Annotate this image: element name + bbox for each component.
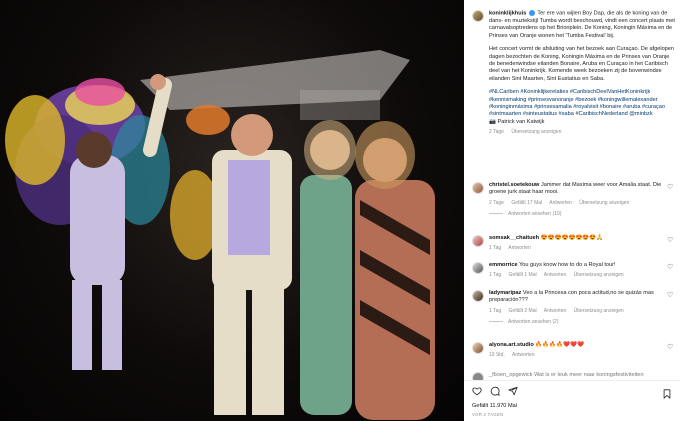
comment-reply-button[interactable]: Antworten [512, 352, 535, 358]
post-sidebar: koninklijkhuis Ter ere van wijlen Boy Da… [464, 0, 680, 421]
comment-translate-link[interactable]: Übersetzung anzeigen [574, 308, 624, 314]
comment-meta: 2 Tage Gefällt 17 Mal Antworten Übersetz… [489, 200, 662, 207]
comment-like-heart-icon[interactable]: ♡ [667, 237, 674, 244]
comment-username[interactable]: emmorrice [489, 262, 518, 268]
comment-meta: 19 Std. Antworten [489, 352, 662, 359]
share-icon[interactable] [508, 386, 518, 396]
verified-badge-icon [528, 10, 535, 16]
caption-translate-link[interactable]: Übersetzung anzeigen [511, 129, 561, 135]
photo-credit: 📷 Patrick van Katwijk [489, 118, 545, 125]
post-date: VOR 2 TAGEN [472, 412, 504, 417]
commenter-avatar[interactable] [472, 235, 484, 247]
comment-icon[interactable] [490, 386, 500, 396]
comment-translate-link[interactable]: Übersetzung anzeigen [579, 200, 629, 206]
comment-text: 🔥🔥🔥🔥❤️❤️❤️ [535, 342, 585, 348]
photo-illustration [5, 50, 435, 420]
comment-time: 19 Std. [489, 352, 505, 359]
comments-scroll-area[interactable]: koninklijkhuis Ter ere van wijlen Boy Da… [464, 0, 680, 380]
comment-item: christel.soetekouw Jammer dat Maxima wee… [472, 182, 676, 219]
comment-username[interactable]: ladymaripaz [489, 290, 521, 296]
comment-meta: 1 Tag Gefällt 2 Mal Antworten Übersetzun… [489, 308, 662, 315]
comment-username[interactable]: somsak__chaitueh [489, 235, 539, 241]
post-caption: koninklijkhuis Ter ere van wijlen Boy Da… [472, 10, 676, 137]
author-username[interactable]: koninklijkhuis [489, 10, 526, 16]
commenter-avatar[interactable] [472, 342, 484, 354]
comment-reply-button[interactable]: Antworten [544, 272, 567, 278]
commenter-avatar[interactable] [472, 290, 484, 302]
comment-item: emmorrice You guys know how to do a Roya… [472, 262, 676, 280]
comment-reply-button[interactable]: Antworten [544, 308, 567, 314]
commenter-avatar[interactable] [472, 372, 484, 380]
comment-like-heart-icon[interactable]: ♡ [667, 344, 674, 351]
author-avatar[interactable] [472, 10, 484, 22]
caption-meta: 2 Tage Übersetzung anzeigen [489, 129, 676, 136]
comment-username[interactable]: christel.soetekouw [489, 182, 539, 188]
comment-likes[interactable]: Gefällt 1 Mal [509, 272, 537, 278]
comment-text: 😍😍😍😍😍😍😍😍🙏 [540, 235, 604, 241]
post-photo[interactable] [0, 0, 464, 421]
comment-item-partial: _fboen_opgewick Wat is er leuk meer naar… [472, 372, 676, 380]
comment-time: 1 Tag [489, 245, 502, 252]
comment-like-heart-icon[interactable]: ♡ [667, 292, 674, 299]
comment-username[interactable]: alyona.art.studio [489, 342, 534, 348]
heart-icon[interactable] [472, 386, 482, 396]
partial-comment-text: _fboen_opgewick Wat is er leuk meer naar… [489, 372, 644, 378]
comment-like-heart-icon[interactable]: ♡ [667, 264, 674, 271]
comment-text: You guys know how to do a Royal tour! [519, 262, 616, 268]
caption-time: 2 Tage [489, 129, 504, 136]
commenter-avatar[interactable] [472, 262, 484, 274]
comment-time: 2 Tage [489, 199, 504, 206]
comment-likes[interactable]: Gefällt 2 Mal [509, 308, 537, 314]
bookmark-icon[interactable] [662, 386, 672, 399]
comment-item: somsak__chaitueh 😍😍😍😍😍😍😍😍🙏 1 Tag Antwort… [472, 235, 676, 253]
comment-item: alyona.art.studio 🔥🔥🔥🔥❤️❤️❤️ 19 Std. Ant… [472, 342, 676, 360]
comment-like-heart-icon[interactable]: ♡ [667, 184, 674, 191]
caption-text-2: Het concert vormt de afsluiting van het … [489, 46, 675, 82]
like-count[interactable]: Gefällt 11.970 Mal [472, 403, 517, 409]
view-replies-button[interactable]: Antworten ansehen (2) [489, 319, 662, 326]
comment-meta: 1 Tag Gefällt 1 Mal Antworten Übersetzun… [489, 272, 662, 279]
comment-reply-button[interactable]: Antworten [549, 200, 572, 206]
comment-meta: 1 Tag Antworten [489, 245, 662, 252]
view-replies-button[interactable]: Antworten ansehen (10) [489, 211, 662, 218]
comment-likes[interactable]: Gefällt 17 Mal [511, 200, 542, 206]
commenter-avatar[interactable] [472, 182, 484, 194]
comment-time: 1 Tag [489, 272, 502, 279]
comment-time: 1 Tag [489, 307, 502, 314]
caption-hashtags[interactable]: #NLCariben #Koninklijkerelaties #Caribis… [489, 89, 676, 119]
comment-translate-link[interactable]: Übersetzung anzeigen [574, 272, 624, 278]
comment-reply-button[interactable]: Antworten [508, 245, 531, 251]
comment-item: ladymaripaz Veo a la Princesa con poca a… [472, 290, 676, 327]
post-actions-bar: Gefällt 11.970 Mal VOR 2 TAGEN [464, 380, 680, 421]
